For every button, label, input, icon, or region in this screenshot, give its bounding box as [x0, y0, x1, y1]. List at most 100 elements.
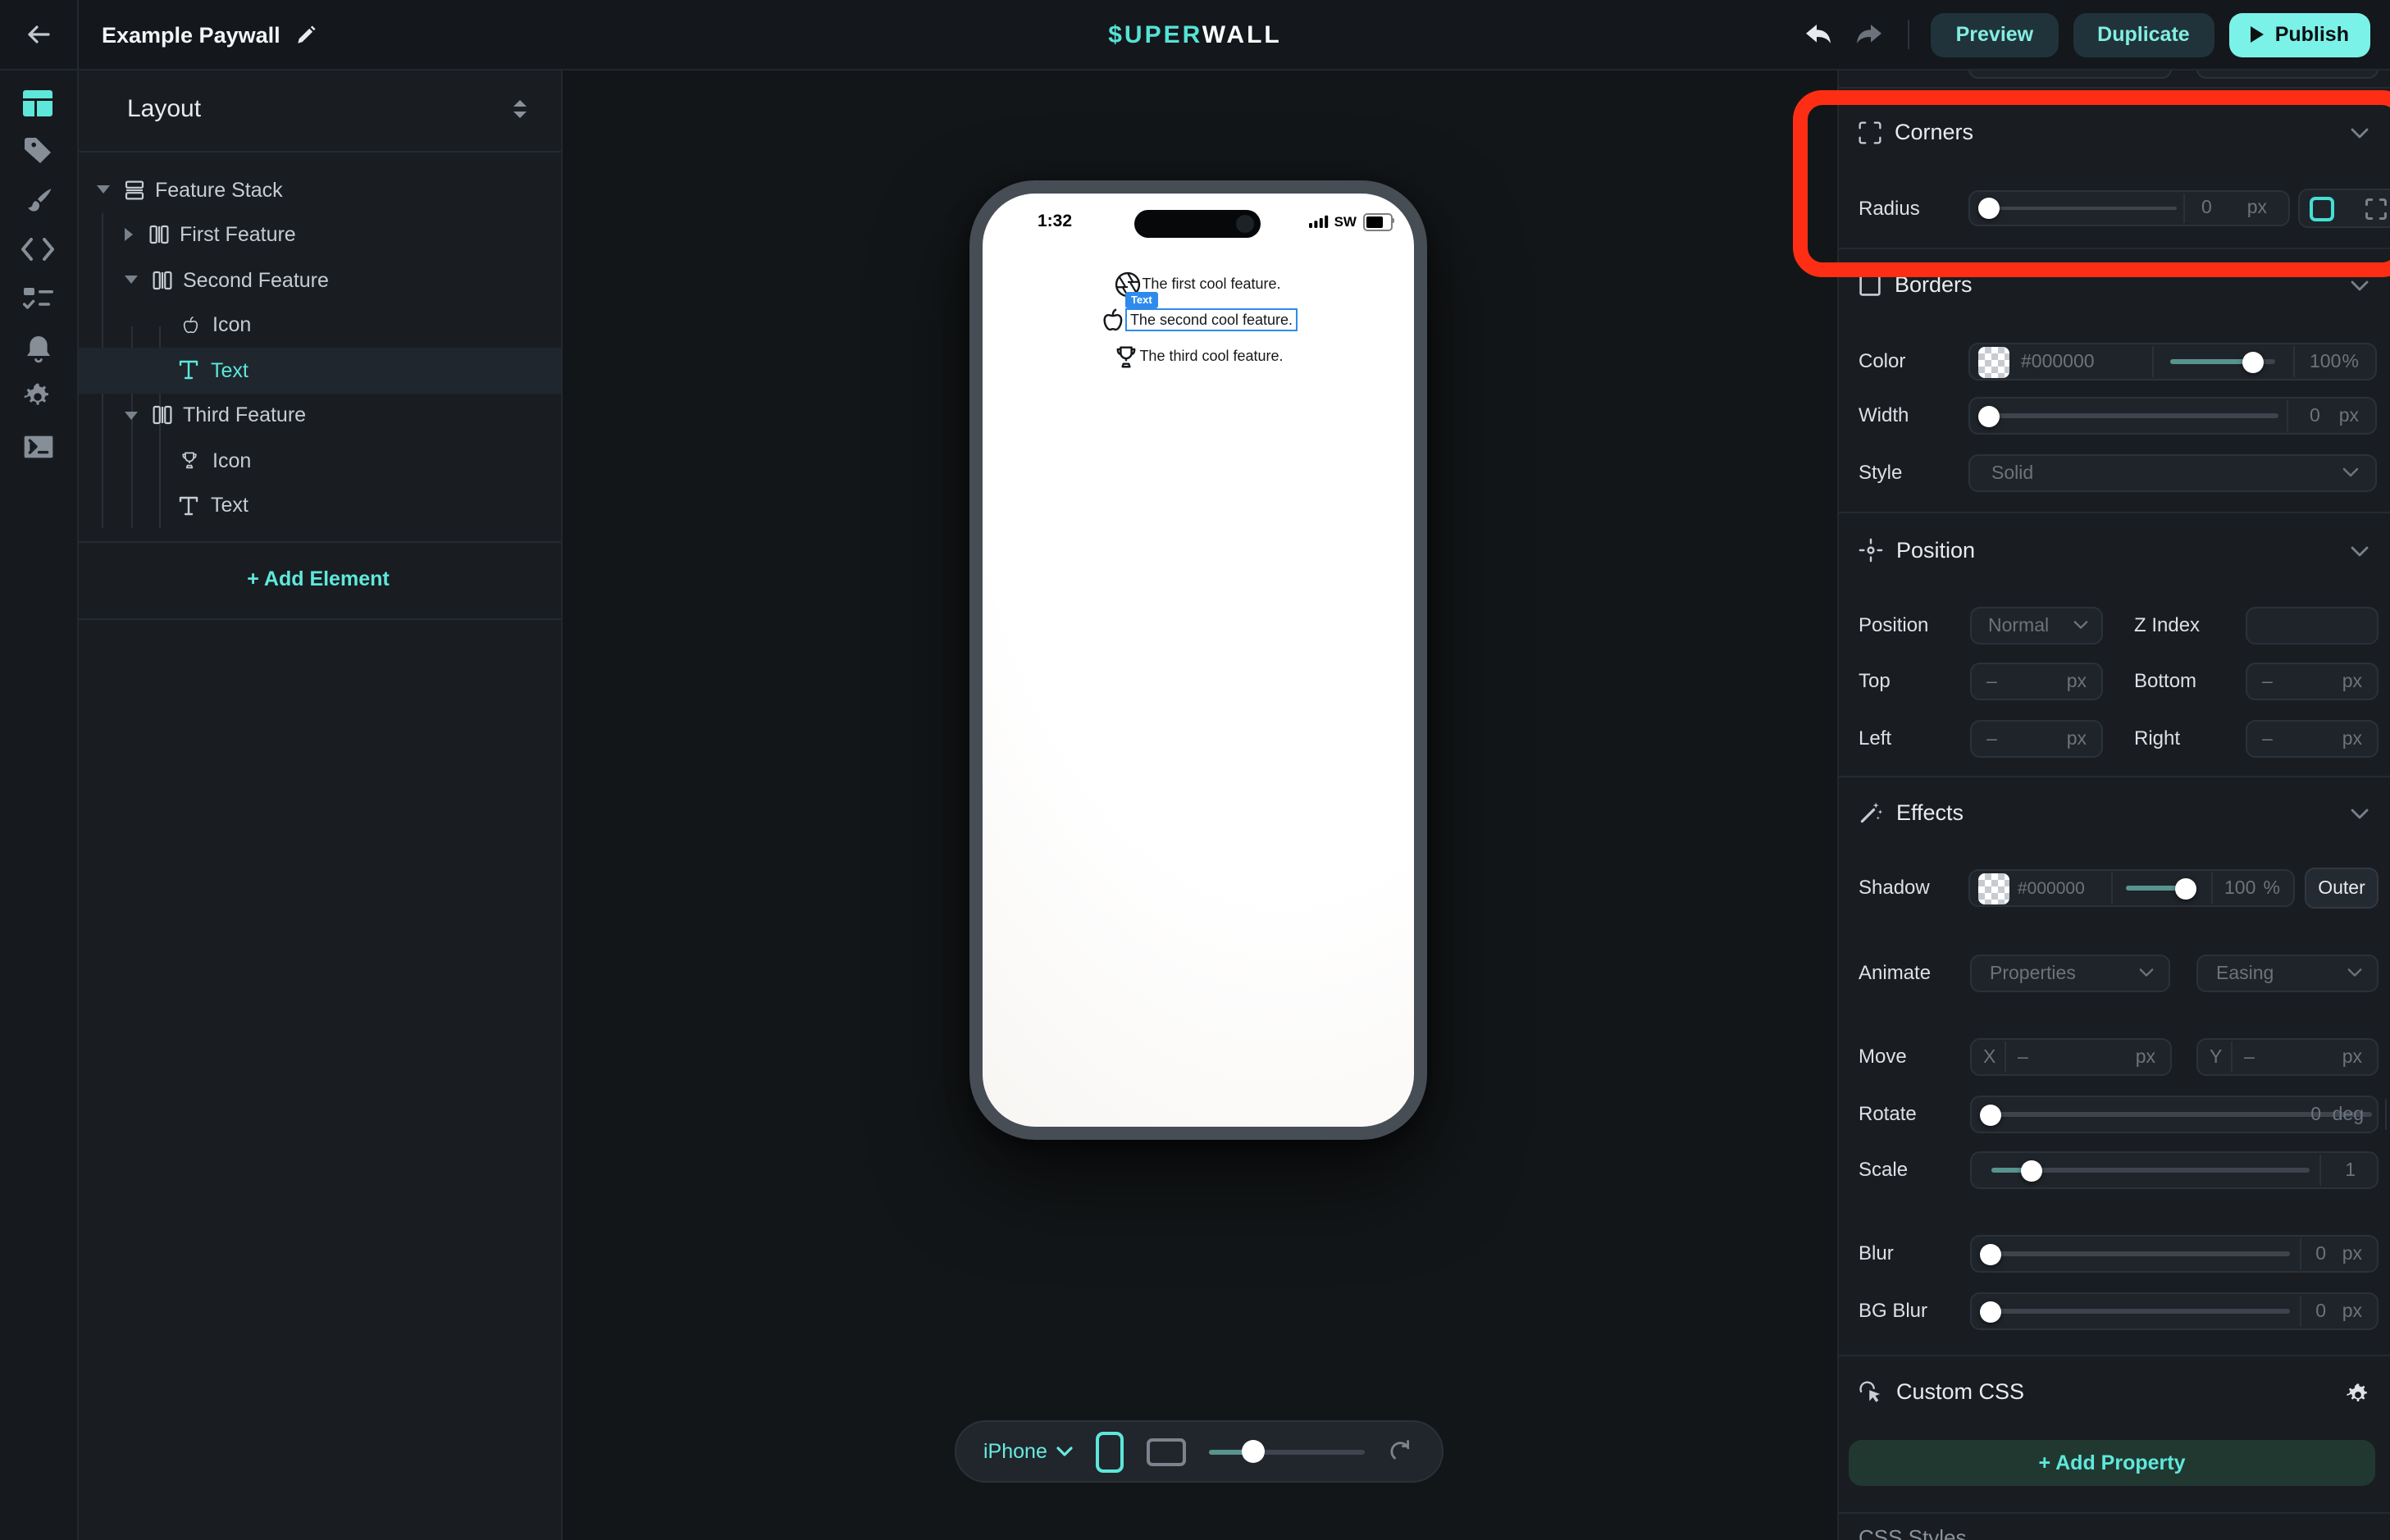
radius-slider-thumb[interactable]	[1978, 198, 2000, 219]
phone-screen[interactable]: 1:32 SW The first cool feature.	[982, 194, 1413, 1127]
top-field[interactable]: –px	[1970, 663, 2103, 700]
add-property-button[interactable]: + Add Property	[1849, 1440, 2375, 1486]
custom-css-section-header[interactable]: Custom CSS	[1859, 1379, 2024, 1404]
animate-easing-dropdown[interactable]: Easing	[2196, 955, 2379, 992]
rail-tag-icon[interactable]	[0, 130, 76, 172]
layout-panel-header: Layout	[76, 69, 560, 151]
device-selector[interactable]: iPhone	[983, 1440, 1074, 1463]
borders-icon	[1859, 273, 1881, 296]
tree-row-text[interactable]: Text	[76, 483, 560, 528]
corner-mode-toggle[interactable]	[2298, 189, 2390, 228]
zindex-field[interactable]	[2246, 607, 2379, 645]
effects-section-header[interactable]: Effects	[1859, 800, 1964, 825]
shadow-mode-button[interactable]: Outer	[2305, 868, 2379, 909]
position-section-header[interactable]: Position	[1859, 538, 1975, 563]
shadow-color-group[interactable]: #000000 100 %	[1968, 869, 2295, 907]
color-swatch[interactable]	[1978, 873, 2009, 904]
radius-slider-group[interactable]: 0 px	[1968, 190, 2290, 226]
bgblur-label: BG Blur	[1859, 1299, 1927, 1322]
chevron-down-icon[interactable]	[2351, 809, 2369, 820]
redo-button[interactable]	[1851, 16, 1887, 52]
portrait-orientation-button[interactable]	[1097, 1431, 1124, 1472]
rotate-label: Rotate	[1859, 1102, 1917, 1125]
rail-bell-icon[interactable]	[0, 328, 76, 371]
corners-section-header[interactable]: Corners	[1859, 120, 1973, 144]
individual-corners-icon[interactable]	[2365, 198, 2387, 219]
divider	[76, 618, 560, 620]
rail-checklist-icon[interactable]	[0, 276, 76, 318]
top-bar: Example Paywall $UPERWALL Preview Duplic…	[0, 0, 2390, 71]
tree-row-text-selected[interactable]: Text	[76, 348, 560, 393]
feature-row[interactable]: The third cool feature.	[982, 338, 1413, 374]
caret-down-icon[interactable]	[124, 276, 137, 285]
caret-down-icon[interactable]	[96, 186, 109, 194]
tree-row-feature-stack[interactable]: Feature Stack	[76, 167, 560, 212]
divider	[1839, 776, 2390, 777]
rail-gear-icon[interactable]	[0, 376, 76, 418]
scale-slider-thumb[interactable]	[2021, 1160, 2042, 1181]
border-color-group[interactable]: #000000 100 %	[1968, 343, 2377, 380]
chevron-down-icon[interactable]	[2351, 128, 2369, 139]
bottom-field[interactable]: –px	[2246, 663, 2379, 700]
chevron-down-icon[interactable]	[2351, 546, 2369, 558]
border-style-dropdown[interactable]: Solid	[1968, 454, 2377, 492]
borders-section-header[interactable]: Borders	[1859, 272, 1973, 297]
border-opacity-thumb[interactable]	[2242, 351, 2264, 372]
bgblur-slider-group[interactable]: 0 px	[1970, 1292, 2379, 1330]
canvas[interactable]: 1:32 SW The first cool feature.	[562, 69, 1839, 1540]
tree-row-icon[interactable]: Icon	[76, 303, 560, 348]
move-x-field[interactable]: X – px	[1970, 1038, 2172, 1076]
publish-button[interactable]: Publish	[2229, 12, 2370, 57]
rotate-slider-thumb[interactable]	[1980, 1104, 2001, 1125]
divider	[1839, 1512, 2390, 1514]
landscape-orientation-button[interactable]	[1147, 1437, 1186, 1465]
tree-row-first-feature[interactable]: First Feature	[76, 212, 560, 257]
color-swatch[interactable]	[1978, 346, 2009, 377]
blur-slider-group[interactable]: 0 px	[1970, 1235, 2379, 1273]
css-settings-gear-icon[interactable]	[2346, 1383, 2370, 1407]
blur-slider-thumb[interactable]	[1980, 1243, 2001, 1264]
zoom-slider-thumb[interactable]	[1241, 1440, 1264, 1463]
feature-row[interactable]: The first cool feature.	[982, 266, 1413, 302]
selection-tag: Text	[1125, 292, 1158, 308]
border-width-thumb[interactable]	[1978, 405, 2000, 426]
sort-icon[interactable]	[513, 100, 526, 117]
rail-code-icon[interactable]	[0, 228, 76, 271]
position-mode-dropdown[interactable]: Normal	[1970, 607, 2103, 645]
animate-properties-dropdown[interactable]: Properties	[1970, 955, 2170, 992]
tree-row-icon[interactable]: Icon	[76, 438, 560, 483]
rail-layout-icon[interactable]	[0, 82, 76, 125]
undo-button[interactable]	[1800, 16, 1836, 52]
effects-wand-icon	[1859, 800, 1883, 825]
scale-slider-group[interactable]: 1	[1970, 1151, 2379, 1189]
selected-text-element[interactable]: Text The second cool feature.	[1125, 308, 1298, 331]
move-y-field[interactable]: Y – px	[2196, 1038, 2379, 1076]
tree-row-second-feature[interactable]: Second Feature	[76, 257, 560, 303]
text-icon	[178, 495, 198, 517]
tree-row-third-feature[interactable]: Third Feature	[76, 393, 560, 438]
blur-label: Blur	[1859, 1242, 1894, 1264]
chevron-down-icon[interactable]	[2351, 280, 2369, 292]
border-width-group[interactable]: 0 px	[1968, 397, 2377, 435]
right-field[interactable]: –px	[2246, 720, 2379, 758]
add-element-button[interactable]: + Add Element	[76, 556, 560, 600]
chevron-down-icon	[2073, 620, 2088, 630]
rail-terminal-icon[interactable]	[0, 425, 76, 467]
refresh-icon[interactable]	[1389, 1438, 1413, 1465]
columns-icon	[148, 226, 168, 245]
bgblur-slider-thumb[interactable]	[1980, 1301, 2001, 1322]
chevron-down-icon	[2139, 968, 2154, 977]
rail-brush-icon[interactable]	[0, 179, 76, 221]
zoom-slider[interactable]	[1208, 1440, 1365, 1463]
shadow-opacity-thumb[interactable]	[2175, 877, 2196, 899]
uniform-radius-icon[interactable]	[2310, 196, 2334, 221]
preview-button[interactable]: Preview	[1932, 12, 2059, 57]
signal-icon	[1309, 216, 1329, 229]
rotate-slider-group[interactable]: 0 deg	[1970, 1096, 2379, 1133]
feature-row-selected[interactable]: Text The second cool feature.	[982, 302, 1413, 338]
layout-panel: Layout Feature Stack First Feature Secon…	[76, 69, 562, 1540]
caret-right-icon[interactable]	[124, 229, 132, 242]
duplicate-button[interactable]: Duplicate	[2073, 12, 2214, 57]
left-field[interactable]: –px	[1970, 720, 2103, 758]
caret-down-icon[interactable]	[124, 412, 137, 420]
